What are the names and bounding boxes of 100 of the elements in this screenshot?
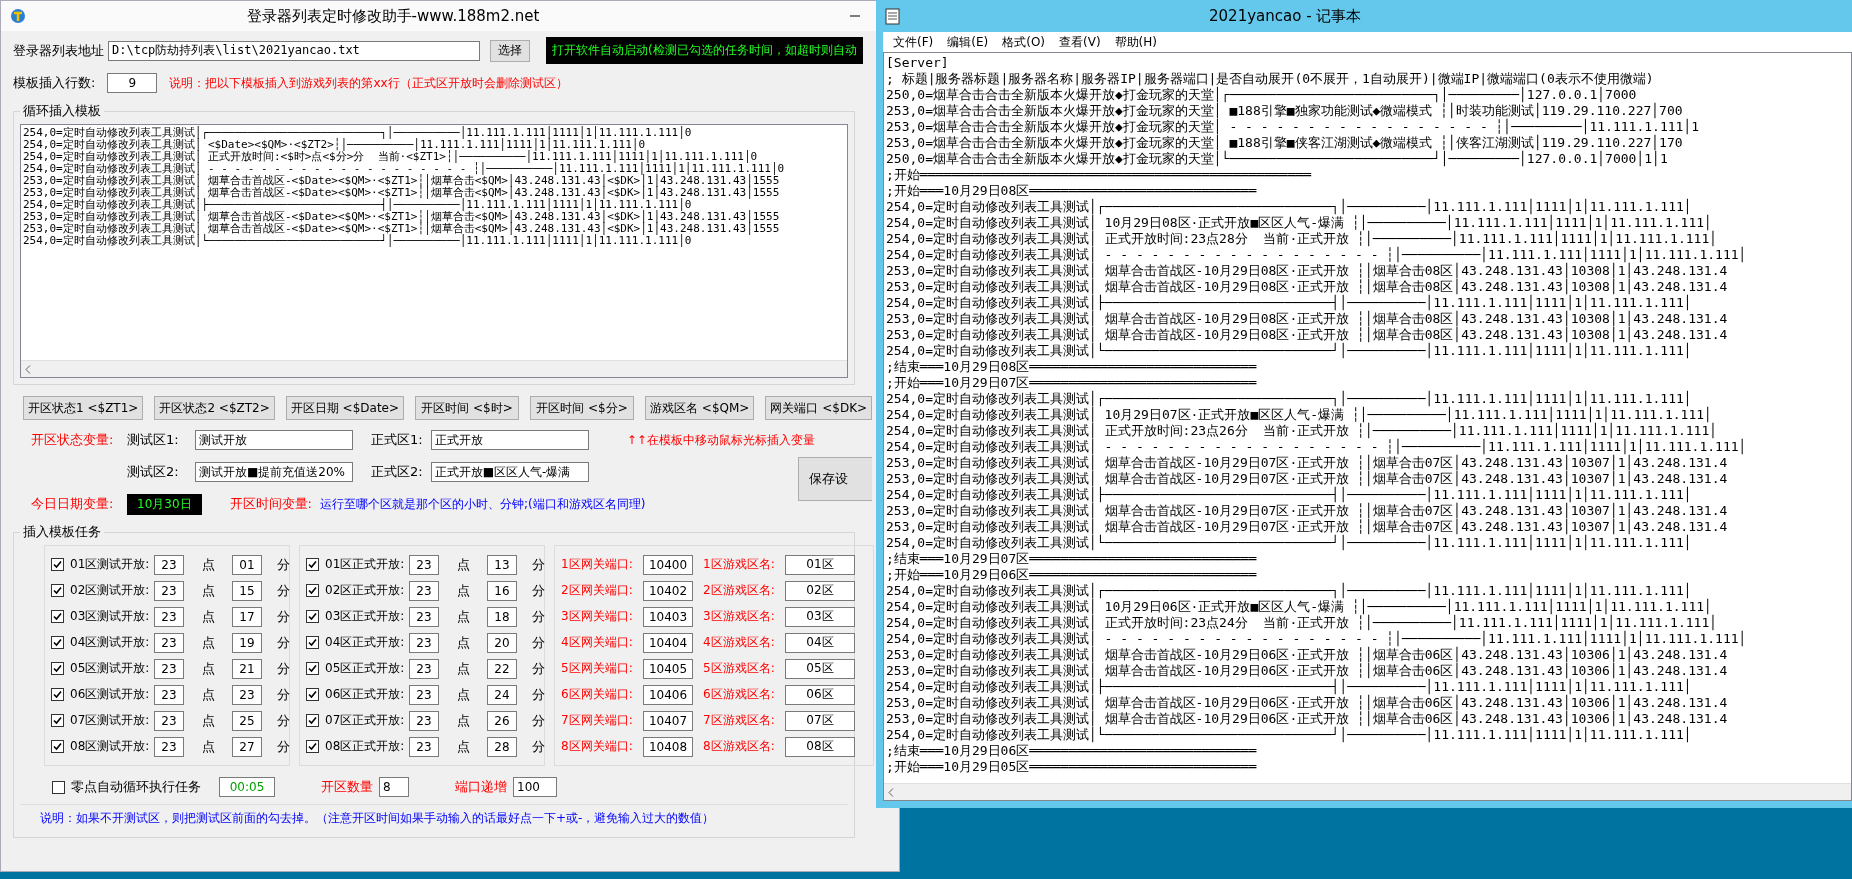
minute-field[interactable]: 13 — [487, 554, 517, 575]
minute-field[interactable]: 21 — [232, 658, 262, 679]
menu-item[interactable]: 编辑(E) — [941, 32, 995, 52]
status-field[interactable]: 测试开放■提前充值送20% — [195, 462, 353, 482]
minute-field[interactable]: 26 — [487, 710, 517, 731]
variable-button[interactable]: 开区状态2 <$ZT2> — [154, 396, 275, 420]
hour-field[interactable]: 23 — [154, 736, 184, 757]
minute-field[interactable]: 27 — [232, 736, 262, 757]
zone-name-field[interactable]: 02区 — [785, 580, 855, 601]
checkbox[interactable] — [51, 558, 64, 571]
status-field[interactable]: 测试开放 — [195, 430, 353, 450]
zone-name-field[interactable]: 03区 — [785, 606, 855, 627]
menu-item[interactable]: 文件(F) — [887, 32, 940, 52]
checkbox[interactable] — [51, 610, 64, 623]
variable-button[interactable]: 开区状态1 <$ZT1> — [23, 396, 144, 420]
minute-field[interactable]: 25 — [232, 710, 262, 731]
checkbox[interactable] — [306, 558, 319, 571]
rows-field[interactable]: 9 — [107, 73, 158, 93]
minute-field[interactable]: 22 — [487, 658, 517, 679]
hour-field[interactable]: 23 — [154, 684, 184, 705]
variable-button[interactable]: 网关端口 <$DK> — [765, 396, 873, 420]
port-field[interactable]: 10407 — [643, 710, 693, 731]
text-line: 254,0=定时自动修改列表工具测试│ - - - - - - - - - - - - - - - - - - ┆│──────────│11.111.1.111│1111│1│11.111.1.111│ — [886, 247, 1747, 263]
zone-name-field[interactable]: 05区 — [785, 658, 855, 679]
minute-field[interactable]: 19 — [232, 632, 262, 653]
count-field[interactable]: 8 — [379, 777, 409, 797]
choose-button[interactable]: 选择 — [490, 39, 530, 62]
minute-field[interactable]: 18 — [487, 606, 517, 627]
checkbox[interactable] — [51, 714, 64, 727]
port-field[interactable]: 10405 — [643, 658, 693, 679]
increment-field[interactable]: 100 — [513, 777, 557, 797]
text-line: 254,0=定时自动修改列表工具测试│ - - - - - - - - - - - - - - - - - - ┆│──────────│11.111.1.111│1111│1│11.111.1.111│ — [886, 439, 1747, 455]
hour-field[interactable]: 23 — [409, 580, 439, 601]
checkbox[interactable] — [51, 584, 64, 597]
minute-field[interactable]: 20 — [487, 632, 517, 653]
checkbox[interactable] — [51, 636, 64, 649]
port-field[interactable]: 10400 — [643, 554, 693, 575]
port-field[interactable]: 10404 — [643, 632, 693, 653]
hour-field[interactable]: 23 — [154, 606, 184, 627]
text-line: 253,0=定时自动修改列表工具测试│ 烟草合击首战区-10月29日08区·正式开放 ┆│烟草合击08区│43.248.131.43│10308│1│43.248.131.4 — [886, 279, 1728, 295]
zone-name-field[interactable]: 08区 — [785, 736, 855, 757]
unit-label: 分 — [530, 555, 546, 574]
zone-name-field[interactable]: 06区 — [785, 684, 855, 705]
menu-item[interactable]: 格式(O) — [996, 32, 1052, 52]
port-field[interactable]: 10403 — [643, 606, 693, 627]
hour-field[interactable]: 23 — [409, 658, 439, 679]
minute-field[interactable]: 28 — [487, 736, 517, 757]
minute-field[interactable]: 23 — [232, 684, 262, 705]
minute-field[interactable]: 24 — [487, 684, 517, 705]
hour-field[interactable]: 23 — [154, 554, 184, 575]
hour-field[interactable]: 23 — [409, 606, 439, 627]
port-field[interactable]: 10406 — [643, 684, 693, 705]
hour-field[interactable]: 23 — [154, 658, 184, 679]
variable-label: 今日日期变量: — [31, 495, 115, 513]
checkbox[interactable] — [52, 780, 65, 794]
horizontal-scrollbar[interactable] — [21, 360, 847, 377]
hour-field[interactable]: 23 — [409, 684, 439, 705]
checkbox[interactable] — [51, 662, 64, 675]
checkbox[interactable] — [306, 740, 319, 753]
unit-label: 分 — [530, 659, 546, 678]
hour-field[interactable]: 23 — [409, 710, 439, 731]
variable-button[interactable]: 开区时间 <$时> — [415, 396, 520, 420]
save-button[interactable]: 保存设 — [798, 457, 872, 501]
checkbox[interactable] — [51, 688, 64, 701]
horizontal-scrollbar[interactable] — [884, 783, 1851, 800]
checkbox[interactable] — [306, 610, 319, 623]
port-field[interactable]: 10402 — [643, 580, 693, 601]
task-label: 05区正式开放: — [325, 660, 403, 677]
hour-field[interactable]: 23 — [154, 710, 184, 731]
checkbox[interactable] — [306, 688, 319, 701]
checkbox[interactable] — [306, 584, 319, 597]
variable-button[interactable]: 开区日期 <$Date> — [285, 396, 405, 420]
minute-field[interactable]: 01 — [232, 554, 262, 575]
variable-button[interactable]: 开区时间 <$分> — [530, 396, 635, 420]
menu-item[interactable]: 帮助(H) — [1108, 32, 1163, 52]
minute-field[interactable]: 17 — [232, 606, 262, 627]
checkbox[interactable] — [306, 636, 319, 649]
minute-field[interactable]: 16 — [487, 580, 517, 601]
menu-item[interactable]: 查看(V) — [1053, 32, 1107, 52]
text-line: 250,0=烟草合击合击全新版本火爆开放◆打金玩家的天堂│┌──────────────────────────┐│─────────│127.0.0.1│7000 — [886, 87, 1637, 103]
zone-name-field[interactable]: 01区 — [785, 554, 855, 575]
minute-field[interactable]: 15 — [232, 580, 262, 601]
hour-field[interactable]: 23 — [154, 632, 184, 653]
status-field[interactable]: 正式开放 — [430, 430, 589, 450]
path-field[interactable]: D:\tcp防劫持列表\list\2021yancao.txt — [108, 40, 480, 61]
checkbox[interactable] — [306, 714, 319, 727]
zone-name-field[interactable]: 07区 — [785, 710, 855, 731]
text-line: 254,0=定时自动修改列表工具测试│ 正式开放时间:23点24分 当前·正式开放 ┆│──────────│11.111.1.111│1111│1│11.111.1.111│ — [886, 615, 1718, 631]
checkbox[interactable] — [306, 662, 319, 675]
time-field[interactable]: 00:05 — [219, 777, 275, 797]
hour-field[interactable]: 23 — [409, 632, 439, 653]
hour-field[interactable]: 23 — [409, 736, 439, 757]
hour-field[interactable]: 23 — [409, 554, 439, 575]
task-label: 08区测试开放: — [70, 738, 148, 755]
variable-button[interactable]: 游戏区名 <$QM> — [645, 396, 755, 420]
hour-field[interactable]: 23 — [154, 580, 184, 601]
checkbox[interactable] — [51, 740, 64, 753]
zone-name-field[interactable]: 04区 — [785, 632, 855, 653]
status-field[interactable]: 正式开放■区区人气-爆满 — [430, 462, 589, 482]
port-field[interactable]: 10408 — [643, 736, 693, 757]
